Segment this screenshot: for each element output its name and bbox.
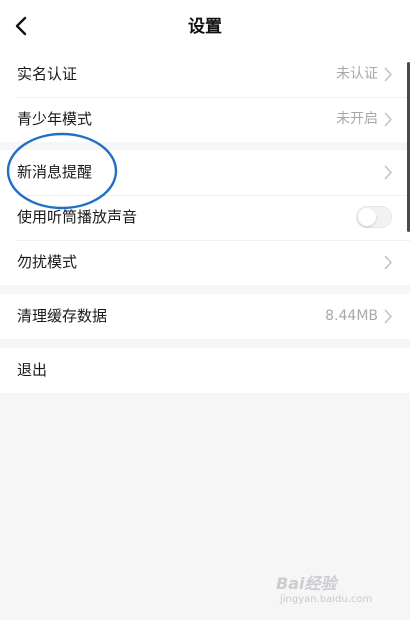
settings-group-storage: 清理缓存数据 8.44MB (0, 294, 410, 339)
settings-group-notifications: 新消息提醒 使用听筒播放声音 勿扰模式 (0, 150, 410, 285)
nav-bar: 设置 (0, 0, 410, 52)
earpiece-playback-toggle[interactable] (356, 206, 392, 228)
setting-row-clear-cache[interactable]: 清理缓存数据 8.44MB (0, 294, 410, 339)
setting-row-earpiece-playback: 使用听筒播放声音 (0, 195, 410, 240)
toggle-knob (358, 208, 376, 226)
settings-group-logout: 退出 (0, 348, 410, 393)
setting-value: 未开启 (336, 111, 378, 127)
page-title: 设置 (188, 17, 222, 37)
setting-row-youth-mode[interactable]: 青少年模式 未开启 (0, 97, 410, 142)
setting-label: 勿扰模式 (17, 253, 78, 271)
cache-size-value: 8.44MB (325, 308, 378, 324)
logout-button[interactable]: 退出 (0, 348, 410, 393)
chevron-right-icon (384, 112, 393, 127)
setting-row-new-message-alert[interactable]: 新消息提醒 (0, 150, 410, 195)
setting-label: 使用听筒播放声音 (17, 208, 138, 226)
watermark-url: jingyan.baidu.com (280, 594, 373, 605)
chevron-right-icon (384, 309, 393, 324)
chevron-right-icon (384, 67, 393, 82)
baidu-jingyan-watermark: Bai经验 jingyan.baidu.com (276, 568, 380, 610)
settings-group-account: 实名认证 未认证 青少年模式 未开启 (0, 52, 410, 142)
settings-screen: 设置 实名认证 未认证 青少年模式 未开启 新消息提醒 使用听筒播放声音 勿扰模… (0, 0, 410, 620)
setting-label: 退出 (17, 361, 48, 379)
setting-row-do-not-disturb[interactable]: 勿扰模式 (0, 240, 410, 285)
chevron-right-icon (384, 255, 393, 270)
chevron-left-icon (15, 16, 27, 36)
setting-label: 实名认证 (17, 65, 78, 83)
setting-label: 清理缓存数据 (17, 307, 108, 325)
setting-label: 新消息提醒 (17, 163, 93, 181)
setting-label: 青少年模式 (17, 110, 93, 128)
setting-row-real-name[interactable]: 实名认证 未认证 (0, 52, 410, 97)
back-button[interactable] (8, 12, 36, 40)
setting-value: 未认证 (336, 66, 378, 82)
watermark-logo: Bai经验 (276, 574, 337, 593)
chevron-right-icon (384, 165, 393, 180)
